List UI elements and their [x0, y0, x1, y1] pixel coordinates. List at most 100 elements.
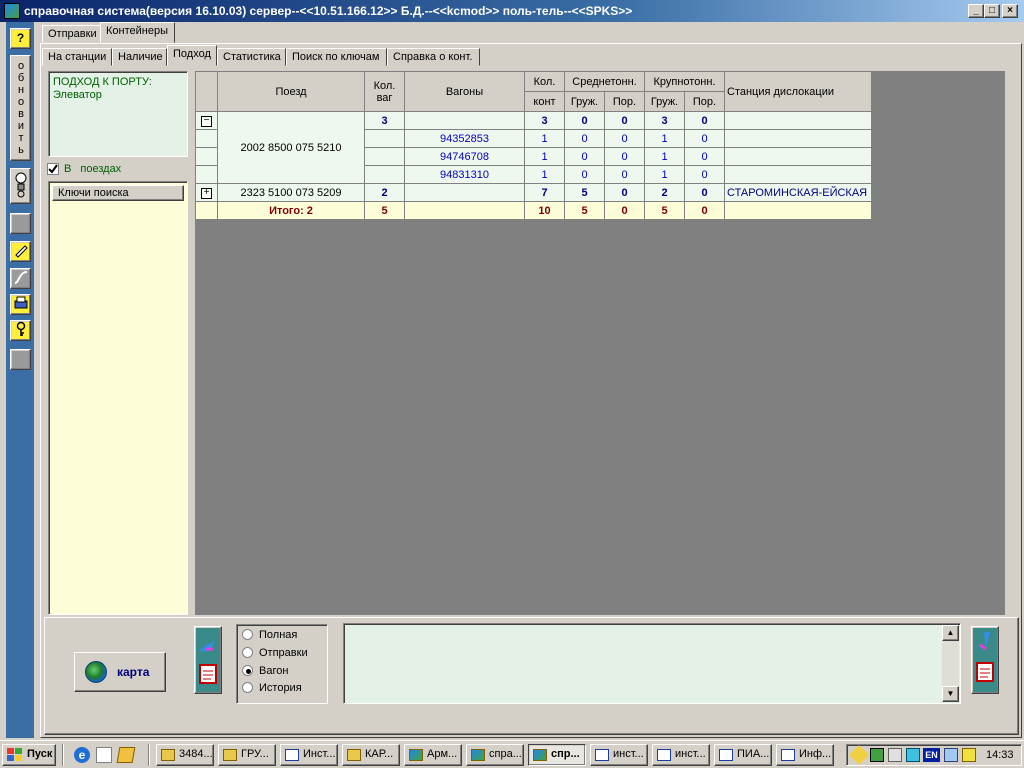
col-header-wagons[interactable]: Вагоны — [404, 71, 525, 112]
app-icon — [471, 749, 485, 761]
quicklaunch-icon[interactable] — [116, 747, 136, 763]
col-header-big-tonnage[interactable]: Крупнотонн. — [644, 71, 725, 92]
col-header-big-empty[interactable]: Пор. — [684, 91, 725, 112]
checkmark-icon — [48, 164, 58, 174]
radio-istoriya[interactable]: История — [242, 682, 302, 694]
blank-button[interactable] — [10, 213, 31, 234]
row-header — [195, 201, 218, 220]
radio-circle — [242, 682, 253, 693]
radio-vagon[interactable]: Вагон — [242, 665, 288, 677]
task-word-pia[interactable]: ПИА... — [714, 744, 772, 766]
task-spravka-active[interactable]: спр... — [528, 744, 586, 766]
tray-monitor-icon[interactable] — [944, 748, 958, 762]
tray-display-icon[interactable] — [906, 748, 920, 762]
mid-empty: 0 — [604, 129, 645, 148]
task-word-inst-3[interactable]: инст... — [652, 744, 710, 766]
tab-konteinery[interactable]: Контейнеры — [100, 22, 175, 43]
word-icon — [595, 749, 609, 761]
print-report-button[interactable] — [971, 626, 999, 694]
col-header-train[interactable]: Поезд — [217, 71, 365, 112]
word-icon — [719, 749, 733, 761]
minimize-button[interactable]: _ — [968, 4, 984, 18]
tray-speaker-icon[interactable] — [888, 748, 902, 762]
tab-statistika[interactable]: Статистика — [217, 48, 286, 66]
station-cell — [724, 129, 872, 148]
wagon-cell — [404, 111, 525, 130]
task-arm[interactable]: Арм... — [404, 744, 462, 766]
collapse-toggle[interactable]: − — [195, 111, 218, 130]
in-trains-label: В поездах — [64, 163, 122, 175]
col-header-kol-vag[interactable]: Кол. ваг — [364, 71, 405, 112]
col-header-kol[interactable]: Кол. — [524, 71, 565, 92]
col-header-kont[interactable]: конт — [524, 91, 565, 112]
lamp-button[interactable] — [10, 168, 31, 204]
tab-spravka-o-kont[interactable]: Справка о конт. — [387, 48, 480, 66]
start-button[interactable]: Пуск — [2, 744, 56, 766]
language-indicator[interactable]: EN — [923, 748, 940, 762]
task-word-inst[interactable]: Инст... — [280, 744, 338, 766]
task-folder-3484[interactable]: 3484... — [156, 744, 214, 766]
table-row[interactable]: − 2002 8500 075 5210 3 3 0 0 3 0 — [195, 111, 872, 184]
radio-otpravki[interactable]: Отправки — [242, 647, 308, 659]
in-trains-checkbox[interactable] — [47, 163, 59, 175]
task-folder-kar[interactable]: КАР... — [342, 744, 400, 766]
ie-icon[interactable]: e — [74, 747, 90, 763]
tab-podkhod[interactable]: Подход — [167, 45, 217, 66]
maximize-button[interactable]: □ — [984, 4, 1000, 18]
refresh-button[interactable]: обновить — [10, 55, 31, 161]
station-cell — [724, 147, 872, 166]
task-label: инст... — [613, 748, 644, 760]
key-icon — [16, 321, 25, 336]
scroll-down-icon[interactable]: ▼ — [942, 686, 959, 702]
help-button[interactable]: ? — [10, 28, 31, 49]
help-icon: ? — [16, 31, 25, 45]
blank-button-2[interactable] — [10, 349, 31, 370]
memo-scrollbar[interactable]: ▲ ▼ — [942, 625, 959, 702]
tab-poisk-po-klyucham[interactable]: Поиск по ключам — [286, 48, 387, 66]
table-row[interactable]: + 2323 5100 073 5209 2 7 5 0 2 0 СТАРОМИ… — [195, 183, 872, 202]
edit-button[interactable] — [10, 241, 31, 262]
big-empty: 0 — [684, 147, 725, 166]
mid-loaded: 0 — [564, 111, 605, 130]
export-button[interactable] — [194, 626, 222, 694]
tray-shield-icon[interactable] — [962, 748, 976, 762]
tab-otpravki[interactable]: Отправки — [42, 25, 101, 43]
tab-nalichie[interactable]: Наличие — [112, 48, 167, 66]
row-header — [195, 147, 218, 166]
col-header-mid-tonnage[interactable]: Среднетонн. — [564, 71, 645, 92]
radio-full[interactable]: Полная — [242, 629, 297, 641]
radio-label: Полная — [259, 629, 298, 641]
col-header-big-loaded[interactable]: Груж. — [644, 91, 685, 112]
col-header-mid-empty[interactable]: Пор. — [604, 91, 645, 112]
task-folder-gru[interactable]: ГРУ... — [218, 744, 276, 766]
col-header-mid-loaded[interactable]: Груж. — [564, 91, 605, 112]
details-text-area[interactable] — [343, 623, 961, 704]
task-spravka-1[interactable]: спра... — [466, 744, 524, 766]
print-button[interactable] — [10, 294, 31, 315]
radio-circle — [242, 647, 253, 658]
total-mid-empty: 0 — [604, 201, 645, 220]
clock[interactable]: 14:33 — [986, 749, 1014, 761]
map-button[interactable]: карта — [74, 652, 166, 692]
total-row[interactable]: Итого: 2 5 10 5 0 5 0 — [195, 201, 872, 220]
task-word-inst-2[interactable]: инст... — [590, 744, 648, 766]
search-keys-panel — [48, 181, 188, 615]
wagon-cell — [404, 201, 525, 220]
folder-icon — [223, 749, 237, 761]
total-mid-loaded: 5 — [564, 201, 605, 220]
window-title: справочная система(версия 16.10.03) серв… — [24, 4, 633, 18]
tray-network-icon[interactable] — [870, 748, 884, 762]
big-empty: 0 — [684, 111, 725, 130]
task-label: инст... — [675, 748, 706, 760]
key-button[interactable] — [10, 320, 31, 341]
curve-icon — [14, 271, 27, 284]
tab-na-stantsii[interactable]: На станции — [42, 48, 112, 66]
task-word-inf[interactable]: Инф... — [776, 744, 834, 766]
curve-button[interactable] — [10, 268, 31, 289]
expand-toggle[interactable]: + — [195, 183, 218, 202]
outlook-icon[interactable] — [96, 747, 112, 763]
close-button[interactable]: × — [1002, 4, 1018, 18]
port-info-title: ПОДХОД К ПОРТУ: — [53, 76, 152, 88]
scroll-up-icon[interactable]: ▲ — [942, 625, 959, 641]
col-header-station[interactable]: Станция дислокации — [724, 71, 872, 112]
